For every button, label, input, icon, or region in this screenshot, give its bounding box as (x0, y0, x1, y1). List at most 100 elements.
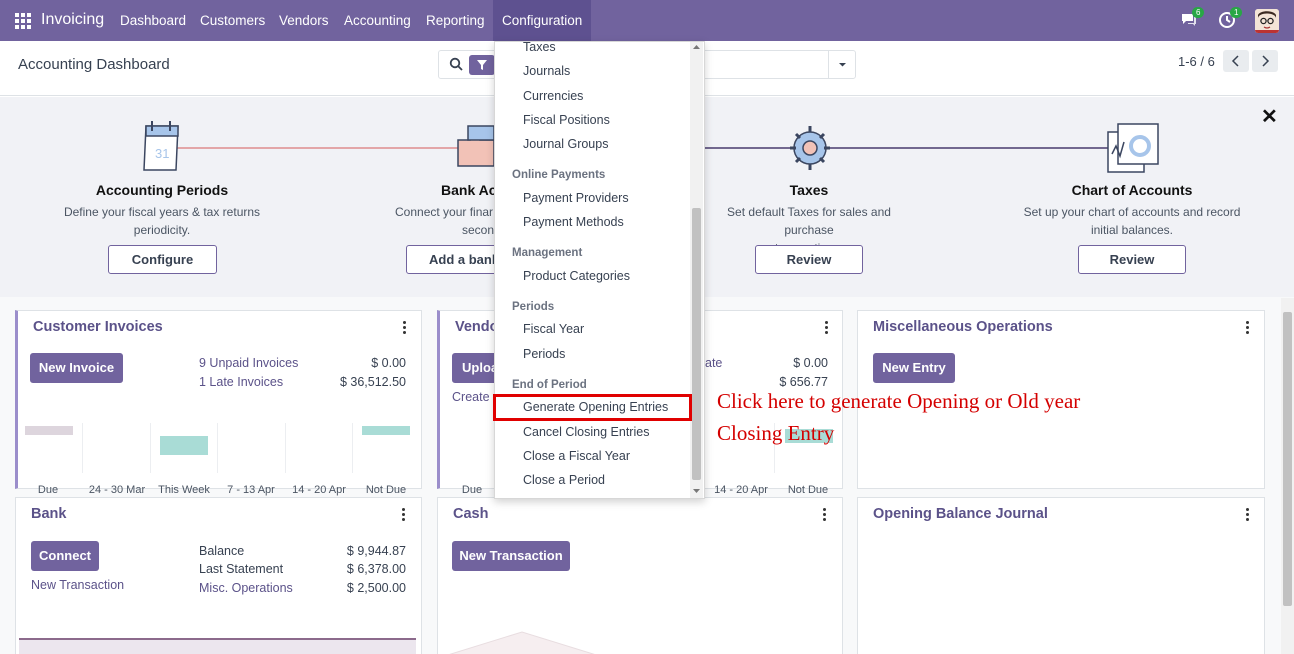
kebab-menu-icon[interactable] (1246, 321, 1250, 335)
app-name[interactable]: Invoicing (41, 11, 104, 29)
pager-next-button[interactable] (1252, 50, 1278, 72)
menu-item-payment-methods[interactable]: Payment Methods (523, 215, 624, 229)
kebab-menu-icon[interactable] (825, 321, 829, 335)
axis-label: 24 - 30 Mar (88, 484, 146, 496)
step-bank-desc: Connect your finar secon (395, 205, 495, 237)
card-title[interactable]: Miscellaneous Operations (873, 319, 1053, 335)
kebab-menu-icon[interactable] (823, 508, 827, 522)
menu-accounting[interactable]: Accounting (335, 0, 420, 41)
cash-card: Cash New Transaction (437, 497, 843, 654)
bank-puzzle-icon (457, 125, 495, 167)
menu-item-payment-providers[interactable]: Payment Providers (523, 191, 629, 205)
chart-bar-not-due[interactable] (362, 426, 410, 435)
activity-clock-icon[interactable]: 1 (1218, 7, 1243, 31)
axis-label: This Week (158, 484, 210, 496)
menu-item-fiscal-positions[interactable]: Fiscal Positions (523, 113, 610, 127)
card-title[interactable]: Customer Invoices (33, 319, 163, 335)
customer-invoices-card: Customer Invoices New Invoice 9 Unpaid I… (15, 310, 422, 496)
bank-card: Bank Connect New Transaction Balance $ 9… (15, 497, 422, 654)
search-options-toggle[interactable] (828, 51, 855, 78)
unpaid-invoices-value: $ 0.00 (371, 356, 406, 370)
svg-text:31: 31 (155, 146, 169, 161)
step-chart-of-accounts-desc: Set up your chart of accounts and record… (1023, 205, 1241, 237)
menu-item-journal-groups[interactable]: Journal Groups (523, 137, 608, 151)
new-entry-button[interactable]: New Entry (873, 353, 955, 383)
new-transaction-link[interactable]: New Transaction (31, 578, 124, 592)
menu-reporting[interactable]: Reporting (417, 0, 494, 41)
menu-item-close-period[interactable]: Close a Period (523, 473, 605, 487)
axis-label: Due (461, 484, 483, 496)
annotation-line-1: Click here to generate Opening or Old ye… (717, 389, 1081, 413)
axis-label: Due (37, 484, 59, 496)
filter-icon[interactable] (469, 55, 495, 75)
new-transaction-button[interactable]: New Transaction (452, 541, 570, 571)
scroll-down-arrow-icon[interactable] (692, 487, 701, 495)
step-bank-title: Bank Ac (441, 182, 497, 198)
kebab-menu-icon[interactable] (1246, 508, 1250, 522)
app-grid-icon[interactable] (15, 13, 31, 29)
kebab-menu-icon[interactable] (402, 508, 406, 522)
menu-vendors[interactable]: Vendors (270, 0, 338, 41)
late-invoices-value: $ 36,512.50 (339, 375, 406, 389)
last-statement-label: Last Statement (199, 562, 284, 576)
activity-badge: 1 (1230, 7, 1243, 18)
late-bills-link[interactable]: ate (705, 356, 722, 370)
chart-review-button[interactable]: Review (1078, 245, 1186, 274)
card-title[interactable]: Opening Balance Journal (873, 506, 1048, 522)
onboarding-progress-line (705, 147, 795, 149)
search-icon[interactable] (449, 57, 463, 71)
user-avatar[interactable] (1255, 9, 1279, 33)
cash-graph-placeholder (449, 631, 595, 654)
menu-configuration[interactable]: Configuration (493, 0, 592, 41)
balance-graph[interactable] (19, 638, 416, 654)
last-statement-value: $ 6,378.00 (346, 562, 406, 576)
menu-item-close-fiscal-year[interactable]: Close a Fiscal Year (523, 449, 630, 463)
menu-item-periods[interactable]: Periods (523, 347, 565, 361)
chat-badge: 6 (1192, 7, 1205, 18)
menu-item-product-categories[interactable]: Product Categories (523, 269, 630, 283)
onboarding-progress-line (826, 147, 1108, 149)
menu-dashboard[interactable]: Dashboard (111, 0, 195, 41)
create-link[interactable]: Create (452, 390, 490, 404)
step-chart-of-accounts-title: Chart of Accounts (1071, 182, 1193, 198)
bills-value-2: $ 656.77 (779, 375, 828, 389)
menu-item-cancel-closing-entries[interactable]: Cancel Closing Entries (523, 425, 649, 439)
onboarding-progress-line (175, 147, 465, 149)
annotation-line-2: Closing Entry (717, 421, 835, 445)
close-icon[interactable]: ✕ (1261, 104, 1278, 129)
configure-button[interactable]: Configure (108, 245, 217, 274)
unpaid-invoices-link[interactable]: 9 Unpaid Invoices (199, 356, 298, 370)
chat-icon[interactable]: 6 (1180, 7, 1205, 31)
menu-item-fiscal-year[interactable]: Fiscal Year (523, 322, 584, 336)
axis-label: Not Due (365, 484, 407, 496)
menu-item-currencies[interactable]: Currencies (523, 89, 583, 103)
menu-customers[interactable]: Customers (191, 0, 274, 41)
kebab-menu-icon[interactable] (403, 321, 407, 335)
scroll-up-arrow-icon[interactable] (692, 43, 701, 51)
card-title[interactable]: Cash (453, 506, 488, 522)
section-management: Management (512, 247, 583, 259)
new-invoice-button[interactable]: New Invoice (30, 353, 123, 383)
connect-button[interactable]: Connect (31, 541, 99, 571)
calendar-icon: 31 (143, 121, 179, 171)
menu-item-taxes[interactable]: Taxes (523, 40, 556, 54)
pager-value[interactable]: 1-6 / 6 (1178, 54, 1215, 69)
configuration-dropdown: Taxes Journals Currencies Fiscal Positio… (494, 40, 705, 499)
axis-label: 14 - 20 Apr (714, 484, 768, 496)
highlight-box (493, 394, 692, 421)
misc-operations-value: $ 2,500.00 (346, 581, 406, 595)
late-invoices-link[interactable]: 1 Late Invoices (199, 375, 283, 389)
chart-bar-this-week[interactable] (160, 436, 208, 455)
top-navbar: Invoicing Dashboard Customers Vendors Ac… (0, 0, 1294, 41)
chart-bar-due[interactable] (25, 426, 73, 435)
pager-previous-button[interactable] (1223, 50, 1249, 72)
misc-operations-link[interactable]: Misc. Operations (199, 581, 293, 595)
menu-item-journals[interactable]: Journals (523, 64, 570, 78)
page-scrollbar[interactable] (1281, 298, 1294, 654)
dropdown-scrollbar-thumb[interactable] (692, 208, 701, 480)
card-title[interactable]: Vendo (455, 319, 499, 335)
taxes-review-button[interactable]: Review (755, 245, 863, 274)
balance-value: $ 9,944.87 (346, 544, 406, 558)
card-title[interactable]: Bank (31, 506, 66, 522)
axis-label: Not Due (787, 484, 829, 496)
